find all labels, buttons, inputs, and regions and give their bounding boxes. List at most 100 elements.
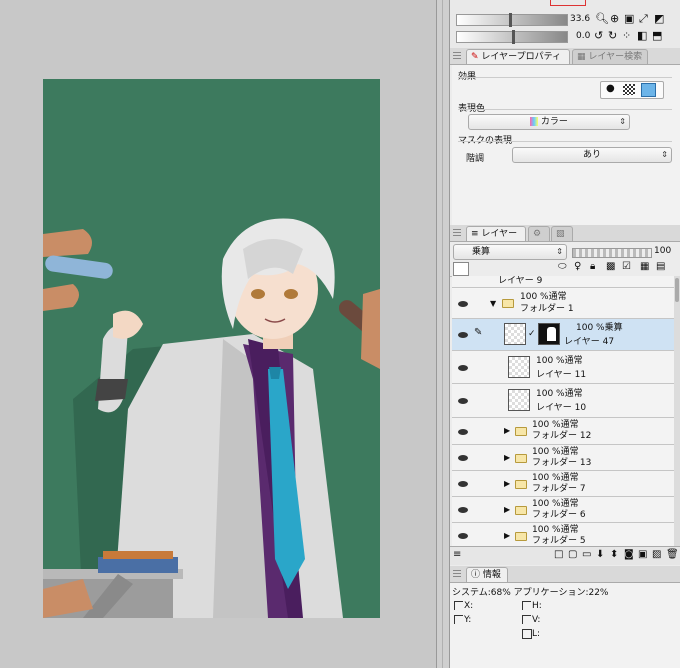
expression-color-dropdown[interactable]: カラー ⇕	[468, 114, 630, 130]
visibility-eye-icon[interactable]	[458, 365, 468, 371]
new-vector-layer-icon[interactable]: ▢	[568, 549, 577, 560]
clipping-icon[interactable]: ☑	[622, 261, 631, 272]
combine-down-icon[interactable]: ⬍	[610, 549, 618, 560]
delete-layer-icon[interactable]: 🗑︎	[666, 549, 679, 560]
folder-icon	[515, 532, 527, 541]
visibility-eye-icon[interactable]	[458, 455, 468, 461]
border-effect-icon[interactable]: ●	[606, 83, 615, 94]
folder-collapsed-icon[interactable]: ▶	[504, 505, 510, 514]
v-icon	[522, 615, 531, 624]
artwork-illustration	[43, 79, 380, 618]
visibility-eye-icon[interactable]	[458, 533, 468, 539]
layer-list-scrollbar[interactable]	[674, 276, 680, 546]
rotate-slider[interactable]	[456, 30, 568, 44]
tab-subtool-detail[interactable]: ⚙	[528, 226, 550, 241]
folder-collapsed-icon[interactable]: ▶	[504, 453, 510, 462]
apply-mask-icon[interactable]: ▣	[638, 549, 647, 560]
dropdown-arrows-icon: ⇕	[556, 247, 563, 256]
layer-color-effect-icon[interactable]	[641, 83, 656, 97]
layer-mask-thumbnail	[538, 323, 560, 345]
dropdown-arrows-icon: ⇕	[661, 150, 668, 159]
canvas-area[interactable]	[0, 0, 436, 668]
folder-collapsed-icon[interactable]: ▶	[504, 479, 510, 488]
visibility-eye-icon[interactable]	[458, 398, 468, 404]
visibility-eye-icon[interactable]	[458, 507, 468, 513]
rotate-left-icon[interactable]: ↺	[594, 29, 603, 42]
draft-layer-icon[interactable]: ▦	[640, 261, 649, 272]
layer-row-folder-1[interactable]: ▼ 100 %通常 フォルダー 1	[452, 289, 674, 319]
reference-layer-icon[interactable]: ♀	[574, 261, 581, 272]
lock-transparency-icon[interactable]: ▩	[606, 261, 615, 272]
flip-icon[interactable]: ◩	[654, 12, 664, 25]
create-mask-icon[interactable]: ◙	[624, 549, 634, 560]
layer-row-layer-11[interactable]: 100 %通常 レイヤー 11	[452, 351, 674, 384]
layer-row-folder-5[interactable]: ▶ 100 %通常 フォルダー 5	[452, 523, 674, 546]
navigator-controls: 33.6 0.0 🔍︎ ⊕ ▣ ⤢ ◩ ↺ ↻ ⁘ ◧ ⬒	[450, 0, 680, 48]
panel-grip-icon[interactable]	[452, 227, 462, 239]
new-folder-icon[interactable]: ▭	[582, 549, 591, 560]
layer-bottom-toolbar: ≡ □ ▢ ▭ ⬇ ⬍ ◙ ▣ ▨ 🗑︎	[450, 546, 680, 565]
flip-horizontal-icon[interactable]: ◧	[637, 29, 647, 42]
new-raster-layer-icon[interactable]: □	[554, 549, 563, 560]
gradation-dropdown[interactable]: あり ⇕	[512, 147, 672, 163]
blend-mode-dropdown[interactable]: 乗算 ⇕	[453, 244, 567, 260]
visibility-eye-icon[interactable]	[458, 301, 468, 307]
folder-collapsed-icon[interactable]: ▶	[504, 531, 510, 540]
layer-row-layer-10[interactable]: 100 %通常 レイヤー 10	[452, 384, 674, 418]
panel-grip-icon[interactable]	[452, 568, 462, 580]
visibility-eye-icon[interactable]	[458, 332, 468, 338]
h-icon	[522, 601, 531, 610]
layer-menu-icon[interactable]: ≡	[453, 549, 461, 560]
ruler-icon[interactable]: ▨	[652, 549, 661, 560]
layer-row-folder-13[interactable]: ▶ 100 %通常 フォルダー 13	[452, 445, 674, 471]
layer-row-partial[interactable]: レイヤー 9	[452, 276, 674, 288]
clip-icon[interactable]: ⬭	[558, 261, 567, 272]
folder-icon	[515, 454, 527, 463]
tab-layer-search[interactable]: ▦ レイヤー検索	[572, 49, 648, 64]
rotate-right-icon[interactable]: ↻	[608, 29, 617, 42]
transfer-down-icon[interactable]: ⬇	[596, 549, 604, 560]
palette-color-icon[interactable]: ▤	[656, 261, 665, 272]
reset-rotation-icon[interactable]: ⁘	[622, 29, 631, 42]
zoom-in-icon[interactable]: ⊕	[610, 12, 619, 25]
v-label: V:	[532, 615, 541, 625]
pen-icon: ✎	[471, 52, 479, 62]
panel-grip-icon[interactable]	[452, 50, 462, 62]
opacity-slider[interactable]	[572, 248, 652, 258]
l-icon	[522, 629, 532, 639]
layer-list[interactable]: レイヤー 9 ▼ 100 %通常 フォルダー 1 ✎ ✓ 100 %乗算 レイヤ…	[452, 276, 674, 546]
zoom-out-icon[interactable]: 🔍︎	[595, 12, 609, 25]
tab-navigator[interactable]: ▧	[551, 226, 573, 241]
layer-thumbnail	[508, 356, 530, 378]
y-label: Y:	[464, 615, 472, 625]
folder-icon	[515, 480, 527, 489]
rotate-slider-thumb[interactable]	[512, 30, 515, 44]
folder-icon	[502, 299, 514, 308]
tab-layer[interactable]: ≡ レイヤー	[466, 226, 526, 241]
flip-vertical-icon[interactable]: ⬒	[652, 29, 662, 42]
scrollbar-thumb[interactable]	[675, 278, 679, 302]
visibility-eye-icon[interactable]	[458, 429, 468, 435]
navigator-preview-frame	[550, 0, 586, 6]
zoom-slider[interactable]	[456, 13, 568, 27]
search-tab-icon: ▦	[577, 52, 586, 62]
layer-row-folder-6[interactable]: ▶ 100 %通常 フォルダー 6	[452, 497, 674, 523]
tab-info[interactable]: ⓘ 情報	[466, 567, 508, 582]
layer-row-layer-47[interactable]: ✎ ✓ 100 %乗算 レイヤー 47	[452, 319, 674, 351]
fit-screen-icon[interactable]: ▣	[624, 12, 634, 25]
illustration-canvas[interactable]	[43, 79, 380, 618]
fullscreen-icon[interactable]: ⤢	[639, 12, 648, 26]
layer-row-folder-7[interactable]: ▶ 100 %通常 フォルダー 7	[452, 471, 674, 497]
system-usage-text: システム:68% アプリケーション:22%	[452, 588, 609, 598]
panel-divider[interactable]	[436, 0, 450, 668]
folder-collapsed-icon[interactable]: ▶	[504, 426, 510, 435]
layer-row-folder-12[interactable]: ▶ 100 %通常 フォルダー 12	[452, 418, 674, 445]
tab-layer-property[interactable]: ✎ レイヤープロパティ	[466, 49, 570, 64]
zoom-slider-thumb[interactable]	[509, 13, 512, 27]
lock-icon[interactable]: 🔒︎	[590, 261, 595, 272]
visibility-eye-icon[interactable]	[458, 481, 468, 487]
folder-expanded-icon[interactable]: ▼	[490, 299, 496, 308]
l-label: L:	[532, 629, 541, 639]
tone-effect-icon[interactable]	[623, 84, 635, 95]
layer-color-swatch[interactable]	[453, 262, 469, 276]
